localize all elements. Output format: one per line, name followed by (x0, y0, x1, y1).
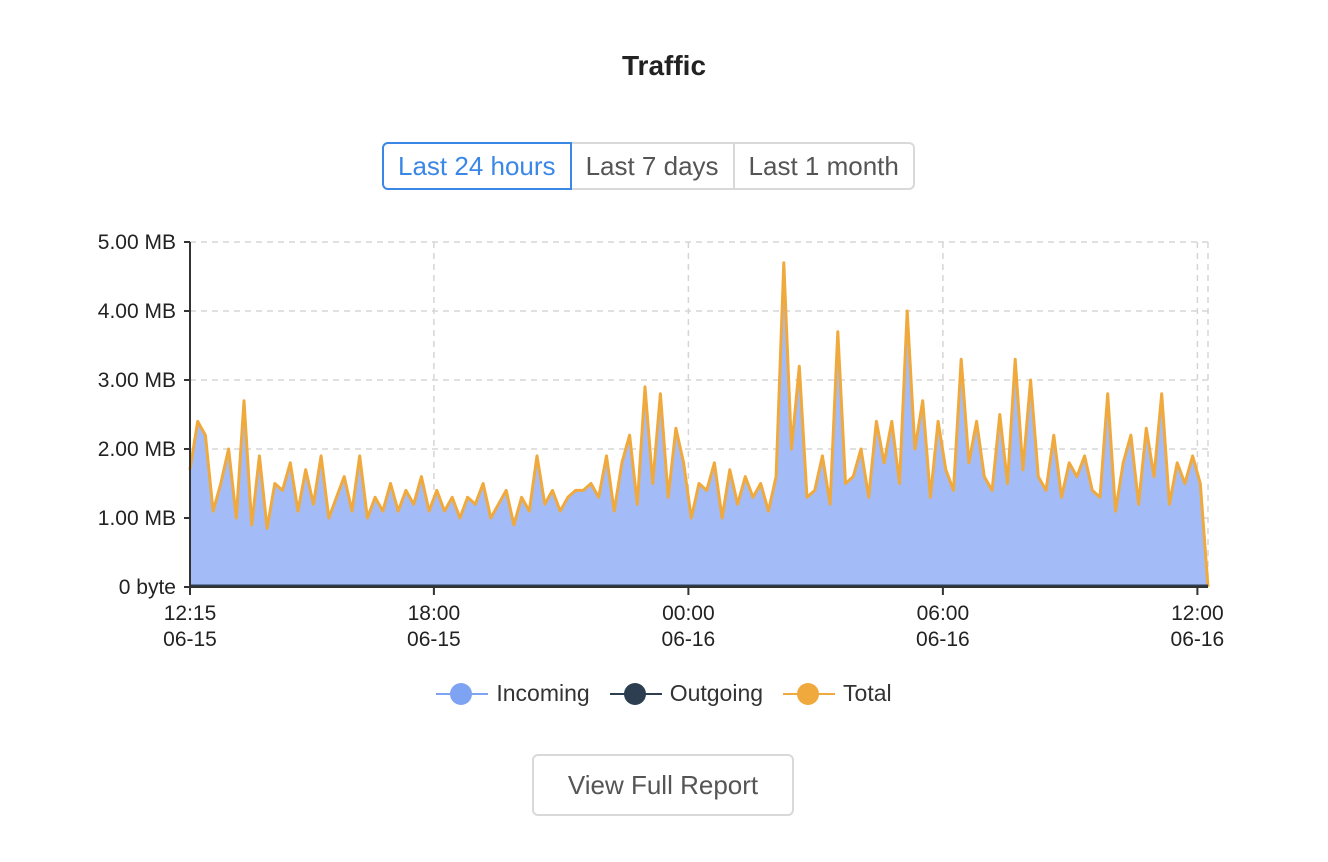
x-tick-date: 06-15 (163, 628, 217, 651)
view-full-report-button[interactable]: View Full Report (532, 754, 794, 816)
legend-label-incoming: Incoming (496, 680, 590, 706)
y-tick-label: 5.00 MB (98, 231, 176, 254)
legend-label-total: Total (843, 680, 892, 706)
traffic-chart: 0 byte 1.00 MB 2.00 MB 3.00 MB 4.00 MB 5.00 M… (98, 231, 1225, 651)
y-tick-label: 3.00 MB (98, 369, 176, 392)
y-tick-label: 1.00 MB (98, 507, 176, 530)
x-tick-time: 12:15 (164, 602, 217, 625)
legend-item-total[interactable]: Total (783, 680, 892, 707)
total-swatch-icon (783, 682, 836, 705)
y-tick-label: 4.00 MB (98, 300, 176, 323)
tab-last-1-month[interactable]: Last 1 month (734, 142, 915, 190)
time-range-tabs: Last 24 hours Last 7 days Last 1 month (382, 142, 915, 190)
tab-last-24-hours[interactable]: Last 24 hours (382, 142, 572, 190)
legend-item-outgoing[interactable]: Outgoing (609, 680, 764, 707)
x-tick-time: 12:00 (1171, 602, 1224, 625)
x-tick-date: 06-16 (662, 628, 716, 651)
x-tick-date: 06-16 (1171, 628, 1225, 651)
x-tick-date: 06-15 (407, 628, 461, 651)
x-tick-time: 18:00 (408, 602, 461, 625)
legend-item-incoming[interactable]: Incoming (436, 680, 590, 707)
tab-last-7-days[interactable]: Last 7 days (571, 142, 735, 190)
y-tick-label: 0 byte (119, 576, 176, 599)
x-tick-time: 00:00 (662, 602, 715, 625)
x-tick-date: 06-16 (916, 628, 970, 651)
incoming-swatch-icon (436, 682, 489, 705)
chart-legend: Incoming Outgoing Total (0, 680, 1328, 707)
y-tick-label: 2.00 MB (98, 438, 176, 461)
x-tick-time: 06:00 (917, 602, 970, 625)
chart-title: Traffic (621, 50, 707, 81)
legend-label-outgoing: Outgoing (669, 680, 764, 706)
outgoing-swatch-icon (609, 682, 662, 705)
